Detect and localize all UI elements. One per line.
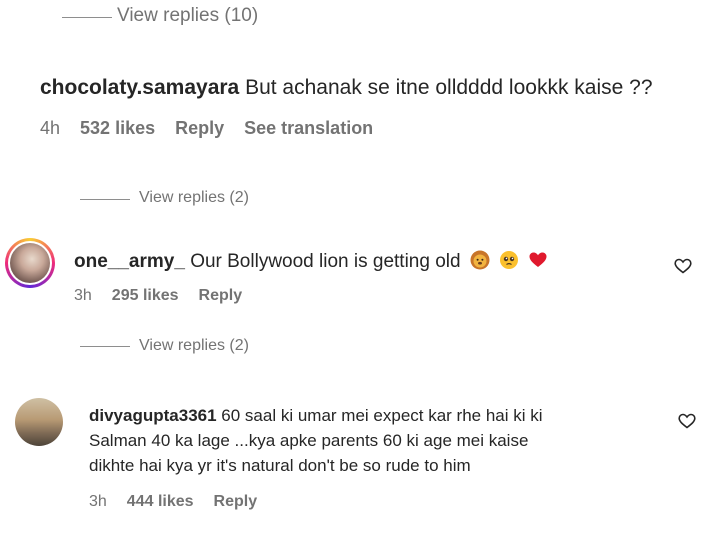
see-translation-link[interactable]: See translation (244, 118, 373, 139)
comment-time: 3h (89, 493, 107, 510)
comment-text: Our Bollywood lion is getting old (190, 251, 461, 272)
likes-count[interactable]: 532 likes (80, 118, 155, 139)
comment-username[interactable]: one__army_ (74, 251, 185, 272)
comment-time: 3h (74, 287, 92, 304)
view-replies-divider (80, 199, 130, 200)
view-replies-divider (62, 17, 112, 18)
comment-meta: 3h 295 likes Reply (74, 287, 242, 305)
lion-face-icon (470, 250, 490, 270)
like-heart-icon[interactable] (674, 258, 692, 274)
red-heart-icon (529, 252, 547, 267)
comment-meta: 4h 532 likes Reply See translation (40, 118, 373, 139)
reply-button[interactable]: Reply (199, 287, 243, 305)
avatar[interactable] (5, 238, 55, 288)
comment-username[interactable]: chocolaty.samayara (40, 76, 239, 99)
reply-button[interactable]: Reply (214, 493, 258, 511)
reply-button[interactable]: Reply (175, 118, 224, 139)
comment-one-army: one__army_ Our Bollywood lion is getting… (74, 250, 548, 273)
comment-username[interactable]: divyagupta3361 (89, 406, 217, 425)
view-replies-link[interactable]: View replies (10) (117, 5, 258, 27)
likes-count[interactable]: 295 likes (112, 287, 179, 305)
avatar[interactable] (15, 398, 63, 446)
comment-text-line-3: dikhte hai kya yr it's natural don't be … (89, 456, 471, 475)
likes-count[interactable]: 444 likes (127, 493, 194, 511)
comment-chocolaty: chocolaty.samayara But achanak se itne o… (40, 76, 653, 100)
like-heart-icon[interactable] (678, 413, 696, 429)
comment-text: But achanak se itne olldddd lookkk kaise… (245, 76, 653, 99)
comment-time: 4h (40, 118, 61, 138)
comment-text-line-1: 60 saal ki umar mei expect kar rhe hai k… (221, 406, 543, 425)
comment-divyagupta: divyagupta3361 60 saal ki umar mei expec… (89, 403, 669, 478)
pleading-face-icon (500, 251, 519, 269)
view-replies-link[interactable]: View replies (2) (139, 189, 249, 207)
comment-text-line-2: Salman 40 ka lage ...kya apke parents 60… (89, 431, 529, 450)
comment-meta: 3h 444 likes Reply (89, 493, 257, 511)
view-replies-divider (80, 346, 130, 347)
view-replies-link[interactable]: View replies (2) (139, 337, 249, 355)
